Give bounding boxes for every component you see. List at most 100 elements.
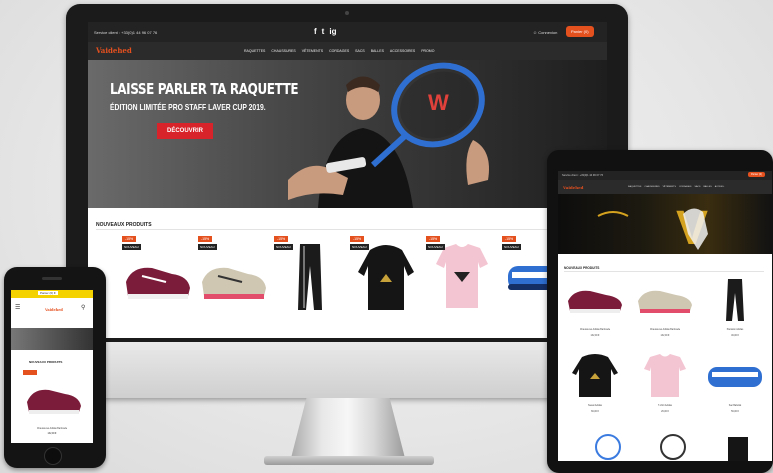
phone-product-name[interactable]: Chaussures Adidas Barricade	[11, 428, 93, 430]
tablet-product-price: 29,00 €	[661, 411, 669, 413]
tablet-product-card[interactable]: Sac Babolat 59,00 €	[704, 351, 766, 431]
main-nav: Vaidehed RAQUETTES CHAUSSURES VÊTEMENTS …	[88, 42, 607, 60]
tablet-menu-item[interactable]: RAQUETTES	[628, 186, 641, 188]
tablet-product-card[interactable]: Chaussures Adidas Barricade 132,00 €	[564, 275, 626, 355]
tablet-cart-button[interactable]: Panier (0)	[748, 172, 765, 177]
tablet-product-price: 59,00 €	[731, 411, 739, 413]
tablet-product-name[interactable]: Chaussures Adidas Barricade	[564, 329, 626, 331]
new-badge: NOUVEAU	[426, 244, 445, 250]
discount-badge: -15%	[198, 236, 213, 242]
tablet-product-name[interactable]: Sac Babolat	[704, 405, 766, 407]
social-links: f t ig	[314, 27, 336, 36]
tablet-section-divider	[564, 271, 764, 272]
tablet-product-card[interactable]: T-shirt Adidas 29,00 €	[634, 351, 696, 431]
menu-icon[interactable]: ☰	[15, 304, 20, 311]
tablet-product-price: 132,00 €	[590, 335, 600, 337]
new-badge: NOUVEAU	[122, 244, 141, 250]
menu-item-sacs[interactable]: SACS	[355, 49, 365, 53]
shoe-image	[23, 370, 81, 414]
menu-item-cordages[interactable]: CORDAGES	[329, 49, 349, 53]
section-divider	[96, 229, 601, 230]
tablet-logo[interactable]: Vaidehed	[563, 185, 583, 190]
discount-badge: -15%	[274, 236, 289, 242]
racket-bag-image	[708, 367, 762, 387]
hero-subtitle: ÉDITION LIMITÉE PRO STAFF LAVER CUP 2019…	[110, 102, 266, 112]
tablet-product-price: 49,00 €	[731, 335, 739, 337]
tshirt-image	[644, 354, 686, 397]
tablet-hero-banner: V	[558, 194, 772, 255]
phone-new-products-title: NOUVEAUX PRODUITS	[29, 360, 63, 364]
phone-cart-label[interactable]: Panier (0) €	[38, 291, 58, 295]
new-products-title: NOUVEAUX PRODUITS	[96, 222, 152, 228]
tablet-new-products-title: NOUVEAUX PRODUITS	[564, 266, 600, 270]
discover-button[interactable]: DÉCOUVRIR	[157, 123, 214, 139]
product-card[interactable]: -15% NOUVEAU	[426, 236, 498, 316]
product-card[interactable]: -15% NOUVEAU	[350, 236, 422, 316]
phone-logo[interactable]: Vaidehed	[45, 308, 63, 312]
tablet-screen: Service client : +33(0)1 44 96 07 76 Pan…	[558, 171, 772, 461]
product-card[interactable]: -15% NOUVEAU	[274, 236, 346, 316]
login-link[interactable]: ☺ Connexion	[533, 30, 557, 35]
menu-item-accessoires[interactable]: ACCESSOIRES	[390, 49, 415, 53]
home-button[interactable]	[44, 447, 62, 465]
phone-top-bar: Panier (0) €	[11, 290, 93, 298]
discount-badge: -15%	[350, 236, 365, 242]
hero-banner: W LAISSE PARLER TA RAQUETTE ÉDITION LIMI…	[88, 60, 607, 208]
shoe-image	[568, 290, 622, 313]
tablet-product-price: 69,00 €	[591, 411, 599, 413]
hero-title: LAISSE PARLER TA RAQUETTE	[110, 80, 299, 98]
discount-badge: -15%	[502, 236, 517, 242]
tablet-product-card[interactable]: Chaussures Adidas Barricade 132,00 €	[634, 275, 696, 355]
instagram-icon[interactable]: ig	[329, 27, 336, 36]
menu-item-chaussures[interactable]: CHAUSSURES	[271, 49, 295, 53]
monitor-stand-base	[264, 456, 434, 465]
service-phone: Service client : +33(0)1 44 96 07 76	[94, 30, 158, 35]
camera-icon	[345, 11, 349, 15]
product-card[interactable]: -15% NOUVEAU	[198, 236, 270, 316]
shoe-image	[638, 290, 692, 313]
tablet-hero-image: V	[597, 202, 708, 255]
tablet-top-bar: Service client : +33(0)1 44 96 07 76 Pan…	[558, 171, 772, 180]
discount-badge: -15%	[426, 236, 441, 242]
tablet-menu-item[interactable]: CORDAGES	[679, 186, 692, 188]
tennis-player-image: W	[288, 62, 489, 208]
tablet-menu-item[interactable]: BALLES	[703, 186, 711, 188]
tablet-menu-item[interactable]: CHAUSSURES	[644, 186, 659, 188]
tablet-product-name[interactable]: Pantalon Adidas	[704, 329, 766, 331]
racket-logo: W	[428, 90, 449, 115]
product-card[interactable]: -15% NOUVEAU	[122, 236, 194, 316]
menu-item-raquettes[interactable]: RAQUETTES	[244, 49, 265, 53]
top-bar: Service client : +33(0)1 44 96 07 76 f t…	[88, 22, 607, 42]
tablet-service-phone: Service client : +33(0)1 44 96 07 76	[562, 174, 604, 177]
new-badge: NOUVEAU	[502, 244, 521, 250]
tablet-menu-item[interactable]: VÊTEMENTS	[663, 186, 676, 188]
tablet-product-name[interactable]: Chaussures Adidas Barricade	[634, 329, 696, 331]
monitor-stand	[289, 398, 407, 464]
site-logo[interactable]: Vaidehed	[96, 46, 132, 55]
tablet-product-price: 132,00 €	[660, 335, 670, 337]
login-label: Connexion	[538, 30, 558, 35]
tablet-product-card[interactable]: Pantalon Adidas 49,00 €	[704, 275, 766, 355]
search-icon[interactable]: ⚲	[81, 304, 85, 311]
pants-image	[726, 279, 744, 321]
phone-screen: Panier (0) € ☰ ⚲ Vaidehed NOUVEAUX PRODU…	[11, 290, 93, 443]
menu: RAQUETTES CHAUSSURES VÊTEMENTS CORDAGES …	[244, 49, 434, 53]
phone-product-price: 132,00 €	[47, 433, 57, 435]
tablet-product-name[interactable]: T-shirt Adidas	[634, 405, 696, 407]
menu-item-balles[interactable]: BALLES	[371, 49, 384, 53]
tablet-menu-item[interactable]: SACS	[694, 186, 700, 188]
tablet-menu: RAQUETTES CHAUSSURES VÊTEMENTS CORDAGES …	[628, 186, 724, 188]
facebook-icon[interactable]: f	[314, 27, 317, 36]
discount-badge: -15%	[122, 236, 137, 242]
cart-button[interactable]: Panier (0)	[566, 26, 594, 37]
tablet-product-card[interactable]: Sweat Adidas 69,00 €	[564, 351, 626, 431]
tablet-menu-item[interactable]: ACCESS.	[715, 186, 725, 188]
hoodie-image	[572, 354, 618, 397]
menu-item-promo[interactable]: PROMO	[421, 49, 434, 53]
twitter-icon[interactable]: t	[322, 27, 325, 36]
new-badge: NOUVEAU	[198, 244, 217, 250]
tablet-product-name[interactable]: Sweat Adidas	[564, 405, 626, 407]
new-badge: NOUVEAU	[274, 244, 293, 250]
menu-item-vetements[interactable]: VÊTEMENTS	[302, 49, 323, 53]
tablet-nav: Vaidehed RAQUETTES CHAUSSURES VÊTEMENTS …	[558, 180, 772, 194]
